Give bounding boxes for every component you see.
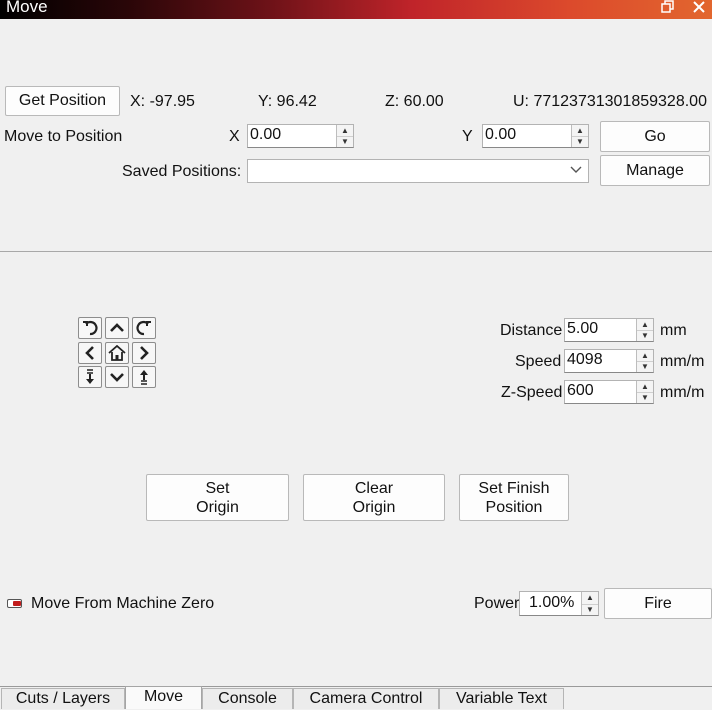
arrow-left-icon[interactable] [78,342,102,364]
speed-spinbox[interactable]: 4098 ▲ ▼ [564,349,654,373]
spin-down-icon[interactable]: ▼ [637,361,653,372]
power-stepper[interactable]: ▲ ▼ [581,592,598,615]
set-origin-line2: Origin [196,498,239,516]
move-x-spinbox[interactable]: 0.00 ▲ ▼ [247,124,354,148]
arrow-down-icon[interactable] [105,366,129,388]
z-down-icon[interactable] [78,366,102,388]
tab-console[interactable]: Console [202,688,293,709]
clear-origin-line1: Clear [354,479,394,497]
tab-variable-text[interactable]: Variable Text [439,688,564,709]
spin-down-icon[interactable]: ▼ [582,604,598,616]
set-origin-button[interactable]: Set Origin [146,474,289,521]
set-finish-position-button[interactable]: Set Finish Position [459,474,569,521]
title-bar: Move [0,0,712,19]
speed-stepper[interactable]: ▲ ▼ [636,350,653,372]
power-label: Power [474,595,520,612]
rotate-cw-icon[interactable] [132,317,156,339]
move-y-spinbox[interactable]: 0.00 ▲ ▼ [482,124,589,148]
set-finish-line1: Set Finish [478,479,550,497]
power-value: 1.00% [529,594,575,611]
u-position-readout: U: 77123731301859328.00 [513,93,707,110]
saved-positions-label: Saved Positions: [122,163,242,180]
move-x-value: 0.00 [250,126,282,143]
get-position-button[interactable]: Get Position [5,86,120,116]
restore-window-icon[interactable] [661,0,675,17]
go-button[interactable]: Go [600,121,710,152]
set-origin-line1: Set [205,479,230,497]
move-y-label: Y [462,128,473,145]
chevron-down-icon[interactable] [570,163,582,178]
z-speed-stepper[interactable]: ▲ ▼ [636,381,653,403]
distance-label: Distance [500,322,563,339]
spin-down-icon[interactable]: ▼ [637,330,653,341]
toggle-knob [13,601,21,606]
window-title: Move [6,0,48,16]
distance-spinbox[interactable]: 5.00 ▲ ▼ [564,318,654,342]
clear-origin-line2: Origin [352,498,396,516]
rotate-ccw-icon[interactable] [78,317,102,339]
move-from-machine-zero-label: Move From Machine Zero [31,595,215,612]
clear-origin-button[interactable]: Clear Origin [303,474,445,521]
home-icon[interactable] [105,342,129,364]
close-icon[interactable] [692,0,706,17]
move-to-position-label: Move to Position [4,128,123,145]
fire-button[interactable]: Fire [604,588,712,619]
move-from-machine-zero-toggle[interactable] [7,599,22,608]
move-y-value: 0.00 [485,126,517,143]
tab-camera-control[interactable]: Camera Control [293,688,439,709]
spin-down-icon[interactable]: ▼ [572,136,588,147]
tab-move[interactable]: Move [125,686,202,709]
z-speed-spinbox[interactable]: 600 ▲ ▼ [564,380,654,404]
set-finish-line2: Position [485,498,543,516]
z-speed-label: Z-Speed [501,384,563,401]
spin-down-icon[interactable]: ▼ [637,392,653,403]
z-speed-value: 600 [567,382,594,399]
z-up-icon[interactable] [132,366,156,388]
move-y-stepper[interactable]: ▲ ▼ [571,125,588,147]
saved-positions-combobox[interactable] [247,159,589,183]
arrow-up-icon[interactable] [105,317,129,339]
manage-button[interactable]: Manage [600,155,710,186]
z-position-readout: Z: 60.00 [385,93,444,110]
distance-unit: mm [660,322,687,339]
power-spinbox[interactable]: 1.00% ▲ ▼ [519,591,599,616]
move-x-stepper[interactable]: ▲ ▼ [336,125,353,147]
z-speed-unit: mm/m [660,384,705,401]
section-divider [0,251,712,252]
move-x-label: X [229,128,240,145]
speed-unit: mm/m [660,353,705,370]
speed-value: 4098 [567,351,603,368]
tab-cuts-layers[interactable]: Cuts / Layers [1,688,125,709]
spin-down-icon[interactable]: ▼ [337,136,353,147]
y-position-readout: Y: 96.42 [258,93,317,110]
x-position-readout: X: -97.95 [130,93,195,110]
arrow-right-icon[interactable] [132,342,156,364]
distance-stepper[interactable]: ▲ ▼ [636,319,653,341]
speed-label: Speed [515,353,562,370]
distance-value: 5.00 [567,320,599,337]
